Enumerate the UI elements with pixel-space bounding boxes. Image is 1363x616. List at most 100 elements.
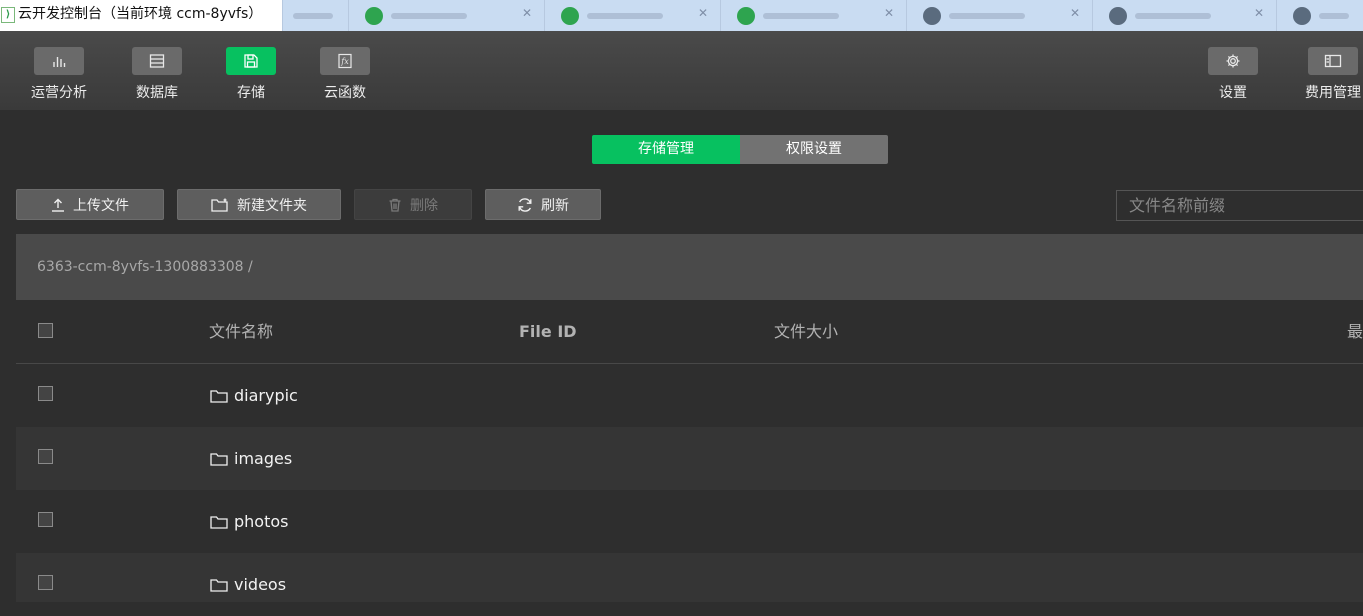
close-icon[interactable]: ✕ <box>698 6 708 20</box>
storage-button[interactable] <box>226 47 276 75</box>
tab-storage-management[interactable]: 存储管理 <box>592 135 740 164</box>
new-folder-label: 新建文件夹 <box>237 197 307 214</box>
row-checkbox[interactable] <box>38 512 53 527</box>
site-icon <box>923 7 941 25</box>
upload-icon <box>52 198 64 212</box>
background-tab[interactable] <box>282 0 348 31</box>
tab-title-placeholder <box>293 13 333 19</box>
background-tab[interactable] <box>1276 0 1363 31</box>
toolbar-label: 费用管理 <box>1305 85 1361 101</box>
trash-icon <box>389 198 401 212</box>
toolbar-label: 存储 <box>237 85 265 101</box>
refresh-label: 刷新 <box>541 197 569 214</box>
toolbar-label: 云函数 <box>324 85 366 101</box>
table-row[interactable]: diarypic <box>16 364 1363 427</box>
wechat-icon <box>737 7 755 25</box>
tab-title-placeholder <box>763 13 839 19</box>
table-row[interactable]: videos <box>16 553 1363 602</box>
database-icon <box>149 54 165 68</box>
close-icon[interactable]: ✕ <box>884 6 894 20</box>
close-icon[interactable]: ✕ <box>1070 6 1080 20</box>
breadcrumb-path[interactable]: 6363-ccm-8yvfs-1300883308 / <box>37 234 253 300</box>
database-button[interactable] <box>132 47 182 75</box>
table-header: 文件名称 File ID 文件大小 最 <box>16 300 1363 364</box>
select-all-checkbox[interactable] <box>38 323 53 338</box>
function-icon: fx <box>338 53 352 69</box>
file-name: images <box>234 449 293 468</box>
tab-title-placeholder <box>587 13 663 19</box>
background-tab[interactable]: ✕ <box>348 0 544 31</box>
file-name: videos <box>234 575 287 594</box>
file-name-cell[interactable]: images <box>210 427 292 490</box>
toolbar-item-database[interactable]: 数据库 <box>124 31 190 102</box>
column-header-last-modified[interactable]: 最 <box>1347 300 1363 363</box>
window-title-tab[interactable]: ⟩ 云开发控制台（当前环境 ccm-8yvfs） <box>0 0 282 31</box>
new-folder-button[interactable]: 新建文件夹 <box>177 189 341 220</box>
tab-title-placeholder <box>1135 13 1211 19</box>
background-tab[interactable]: ✕ <box>1092 0 1276 31</box>
close-icon[interactable]: ✕ <box>522 6 532 20</box>
site-icon <box>1109 7 1127 25</box>
tab-title-placeholder <box>391 13 467 19</box>
row-checkbox[interactable] <box>38 575 53 590</box>
toolbar-item-billing[interactable]: 费用管理 <box>1296 31 1363 102</box>
toolbar-item-storage[interactable]: 存储 <box>218 31 284 102</box>
settings-button[interactable] <box>1208 47 1258 75</box>
window-title-bar: ⟩ 云开发控制台（当前环境 ccm-8yvfs） ✕ ✕ ✕ ✕ ✕ <box>0 0 1363 31</box>
toolbar-item-settings[interactable]: 设置 <box>1200 31 1266 102</box>
table-row[interactable]: photos <box>16 490 1363 553</box>
site-icon <box>1293 7 1311 25</box>
refresh-button[interactable]: 刷新 <box>485 189 601 220</box>
table-row[interactable]: images <box>16 427 1363 490</box>
folder-icon <box>210 515 228 529</box>
background-tab[interactable]: ✕ <box>544 0 720 31</box>
analytics-button[interactable] <box>34 47 84 75</box>
toolbar-label: 数据库 <box>136 85 178 101</box>
toolbar-item-analytics[interactable]: 运营分析 <box>22 31 96 102</box>
column-header-size[interactable]: 文件大小 <box>774 300 838 363</box>
breadcrumb: 6363-ccm-8yvfs-1300883308 / <box>16 234 1363 300</box>
file-name: diarypic <box>234 386 298 405</box>
main-toolbar: 运营分析 数据库 存储 fx 云函数 设置 费用管理 <box>0 31 1363 110</box>
file-prefix-search-input[interactable] <box>1116 190 1363 221</box>
folder-icon <box>210 389 228 403</box>
row-checkbox[interactable] <box>38 386 53 401</box>
close-icon[interactable]: ✕ <box>1254 6 1264 20</box>
row-checkbox[interactable] <box>38 449 53 464</box>
toolbar-label: 运营分析 <box>31 85 87 101</box>
bar-chart-icon <box>53 57 66 67</box>
folder-icon <box>210 452 228 466</box>
tab-title-placeholder <box>949 13 1025 19</box>
column-header-name[interactable]: 文件名称 <box>209 300 273 363</box>
delete-label: 删除 <box>410 197 438 214</box>
background-tab[interactable]: ✕ <box>906 0 1092 31</box>
window-title: 云开发控制台（当前环境 ccm-8yvfs） <box>18 6 263 22</box>
functions-button[interactable]: fx <box>320 47 370 75</box>
file-name-cell[interactable]: videos <box>210 553 286 616</box>
billing-icon <box>1324 54 1342 68</box>
new-folder-icon <box>211 198 228 212</box>
toolbar-item-functions[interactable]: fx 云函数 <box>312 31 378 102</box>
background-tab[interactable]: ✕ <box>720 0 906 31</box>
storage-panel: 存储管理 权限设置 上传文件 新建文件夹 删除 刷新 6363-ccm-8yvf… <box>0 110 1363 602</box>
toolbar-label: 设置 <box>1219 85 1247 101</box>
svg-text:fx: fx <box>340 57 349 66</box>
column-header-file-id[interactable]: File ID <box>519 300 577 363</box>
billing-button[interactable] <box>1308 47 1358 75</box>
wechat-icon <box>561 7 579 25</box>
tab-title-placeholder <box>1319 13 1349 19</box>
app-logo-icon: ⟩ <box>1 7 15 23</box>
upload-file-button[interactable]: 上传文件 <box>16 189 164 220</box>
refresh-icon <box>518 197 532 212</box>
file-name-cell[interactable]: photos <box>210 490 288 553</box>
gear-icon <box>1226 54 1240 68</box>
folder-icon <box>210 578 228 592</box>
storage-tab-group: 存储管理 权限设置 <box>592 135 888 164</box>
floppy-disk-icon <box>244 54 258 68</box>
tab-permission-settings[interactable]: 权限设置 <box>740 135 888 164</box>
upload-file-label: 上传文件 <box>73 197 129 214</box>
delete-button[interactable]: 删除 <box>354 189 472 220</box>
file-name-cell[interactable]: diarypic <box>210 364 298 427</box>
wechat-icon <box>365 7 383 25</box>
file-name: photos <box>234 512 289 531</box>
